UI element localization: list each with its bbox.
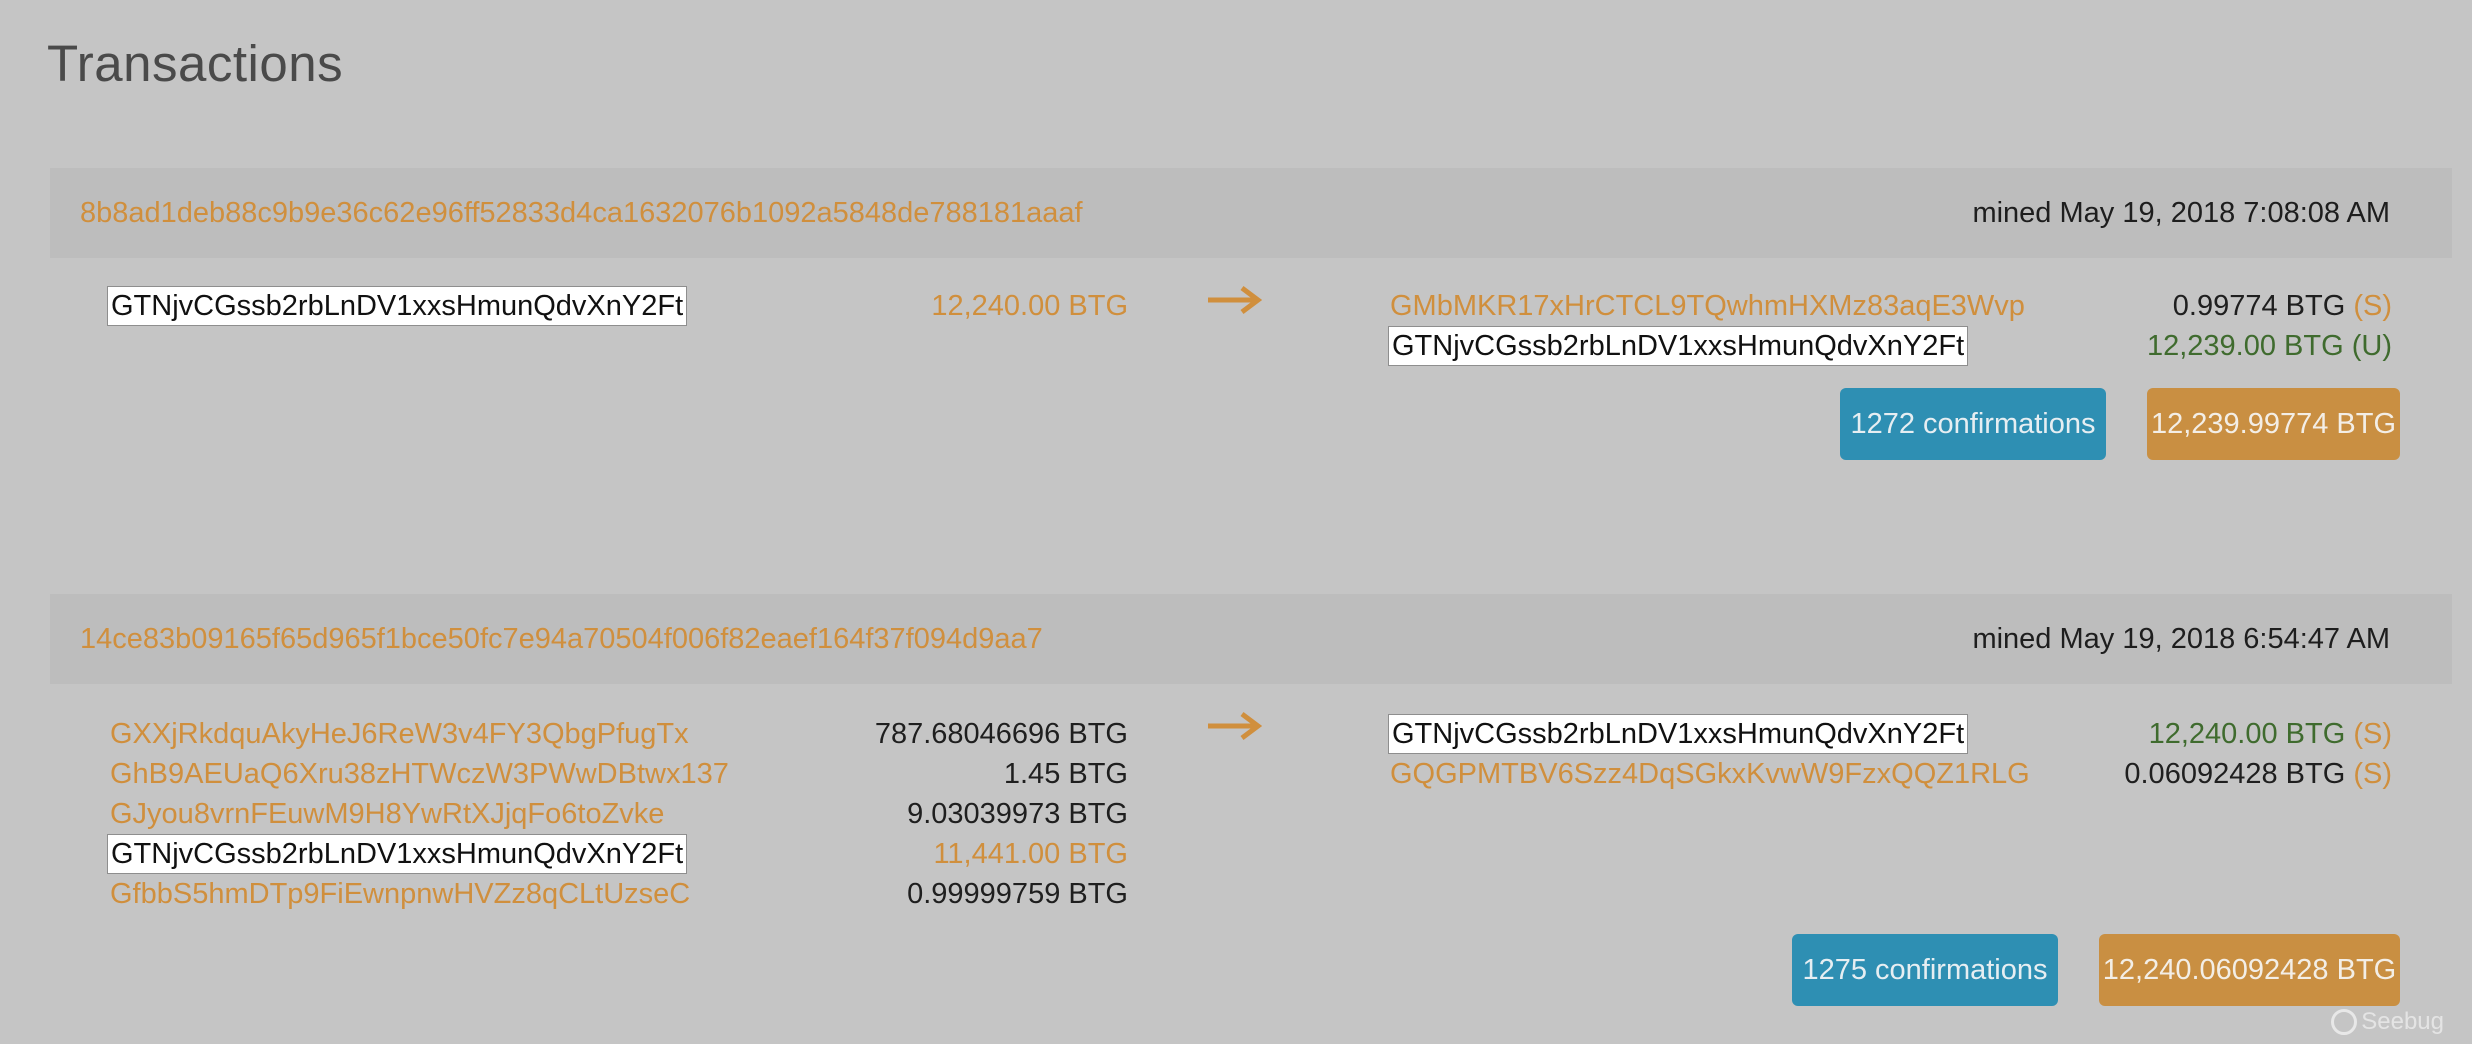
watermark-text: Seebug: [2361, 1008, 2444, 1035]
output-amount: 12,239.00 BTG (U): [2147, 326, 2392, 366]
transaction-header: 8b8ad1deb88c9b9e36c62e96ff52833d4ca16320…: [50, 168, 2452, 258]
output-amount: 0.06092428 BTG (S): [2124, 754, 2392, 794]
input-address-highlighted[interactable]: GTNjvCGssb2rbLnDV1xxsHmunQdvXnY2Ft: [107, 286, 688, 326]
input-address-link[interactable]: GfbbS5hmDTp9FiEwnpnwHVZz8qCLtUzseC: [110, 878, 690, 911]
input-amount: 787.68046696 BTG: [874, 718, 1128, 750]
output-amount-value: 0.06092428 BTG: [2124, 758, 2346, 790]
transaction-header: 14ce83b09165f65d965f1bce50fc7e94a70504f0…: [50, 594, 2452, 684]
input-amount: 1.45 BTG: [1003, 758, 1128, 790]
input-address-link[interactable]: GXXjRkdquAkyHeJ6ReW3v4FY3QbgPfugTx: [110, 718, 689, 751]
input-amount: 11,441.00 BTG: [933, 838, 1128, 870]
transaction-hash-link[interactable]: 8b8ad1deb88c9b9e36c62e96ff52833d4ca16320…: [80, 197, 1083, 230]
input-address-row: GfbbS5hmDTp9FiEwnpnwHVZz8qCLtUzseC: [110, 874, 690, 914]
output-amount-value: 12,239.00 BTG: [2146, 330, 2344, 362]
input-address-row: GTNjvCGssb2rbLnDV1xxsHmunQdvXnY2Ft: [107, 834, 688, 874]
transaction-card: 8b8ad1deb88c9b9e36c62e96ff52833d4ca16320…: [50, 168, 2452, 498]
transaction-hash-link[interactable]: 14ce83b09165f65d965f1bce50fc7e94a70504f0…: [80, 623, 1043, 656]
input-address-link[interactable]: GhB9AEUaQ6Xru38zHTWczW3PWwDBtwx137: [110, 758, 729, 791]
output-address-row: GTNjvCGssb2rbLnDV1xxsHmunQdvXnY2Ft: [1388, 714, 1969, 754]
total-amount-button[interactable]: 12,240.06092428 BTG: [2099, 934, 2400, 1006]
spent-flag: (S): [2353, 758, 2392, 790]
input-address-row: GTNjvCGssb2rbLnDV1xxsHmunQdvXnY2Ft: [107, 286, 688, 326]
page-title: Transactions: [47, 35, 344, 92]
output-address-row: GTNjvCGssb2rbLnDV1xxsHmunQdvXnY2Ft: [1388, 326, 1969, 366]
input-amount: 9.03039973 BTG: [907, 798, 1128, 830]
output-address-row: GMbMKR17xHrCTCL9TQwhmHXMz83aqE3Wvp: [1390, 286, 2025, 326]
output-amount: 12,240.00 BTG (S): [2149, 714, 2392, 754]
total-amount-button[interactable]: 12,239.99774 BTG: [2147, 388, 2400, 460]
right-arrow-icon: [1208, 712, 1262, 740]
confirmations-button[interactable]: 1272 confirmations: [1840, 388, 2106, 460]
output-amount-value: 0.99774 BTG: [2172, 290, 2346, 322]
input-amount: 12,240.00 BTG: [931, 290, 1128, 322]
output-address-highlighted[interactable]: GTNjvCGssb2rbLnDV1xxsHmunQdvXnY2Ft: [1388, 714, 1969, 754]
input-amount: 0.99999759 BTG: [907, 878, 1128, 910]
output-address-row: GQGPMTBV6Szz4DqSGkxKvwW9FzxQQZ1RLG: [1390, 754, 2030, 794]
right-arrow-icon: [1208, 286, 1262, 314]
output-amount-value: 12,240.00 BTG: [2148, 718, 2346, 750]
confirmations-button[interactable]: 1275 confirmations: [1792, 934, 2058, 1006]
input-address-row: GXXjRkdquAkyHeJ6ReW3v4FY3QbgPfugTx: [110, 714, 689, 754]
output-address-link[interactable]: GMbMKR17xHrCTCL9TQwhmHXMz83aqE3Wvp: [1390, 290, 2025, 323]
mined-timestamp: mined May 19, 2018 6:54:47 AM: [1972, 622, 2390, 655]
mined-timestamp: mined May 19, 2018 7:08:08 AM: [1972, 196, 2390, 229]
output-address-highlighted[interactable]: GTNjvCGssb2rbLnDV1xxsHmunQdvXnY2Ft: [1388, 326, 1969, 366]
seebug-logo-icon: [2331, 1009, 2358, 1035]
unspent-flag: (U): [2351, 330, 2392, 362]
input-address-highlighted[interactable]: GTNjvCGssb2rbLnDV1xxsHmunQdvXnY2Ft: [107, 834, 688, 874]
input-address-link[interactable]: GJyou8vrnFEuwM9H8YwRtXJjqFo6toZvke: [110, 798, 664, 831]
input-address-row: GhB9AEUaQ6Xru38zHTWczW3PWwDBtwx137: [110, 754, 729, 794]
input-address-row: GJyou8vrnFEuwM9H8YwRtXJjqFo6toZvke: [110, 794, 664, 834]
output-amount: 0.99774 BTG (S): [2173, 286, 2392, 326]
spent-flag: (S): [2353, 718, 2392, 750]
spent-flag: (S): [2353, 290, 2392, 322]
output-address-link[interactable]: GQGPMTBV6Szz4DqSGkxKvwW9FzxQQZ1RLG: [1390, 758, 2030, 791]
transaction-card: 14ce83b09165f65d965f1bce50fc7e94a70504f0…: [50, 594, 2452, 1044]
watermark: Seebug: [2331, 1008, 2444, 1036]
